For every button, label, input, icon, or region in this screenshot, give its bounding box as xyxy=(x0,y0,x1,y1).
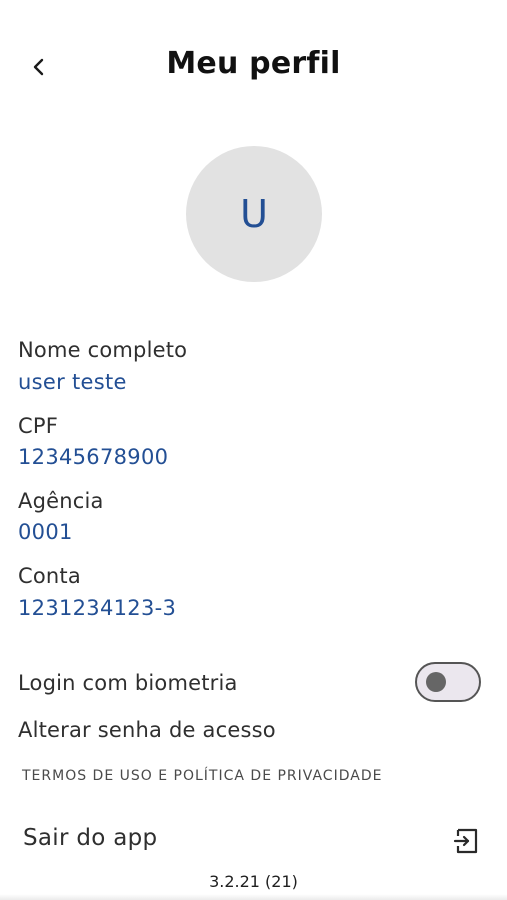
agency-label: Agência xyxy=(18,489,104,513)
terms-privacy-link[interactable]: TERMOS DE USO E POLÍTICA DE PRIVACIDADE xyxy=(22,768,382,784)
account-label: Conta xyxy=(18,564,81,588)
cpf-value: 12345678900 xyxy=(18,445,169,469)
cpf-label: CPF xyxy=(18,414,59,438)
logout-icon xyxy=(453,828,478,854)
header: Meu perfil xyxy=(0,38,507,94)
profile-screen: Meu perfil U Nome completo user teste CP… xyxy=(0,0,507,900)
name-value: user teste xyxy=(18,370,127,394)
logout-label: Sair do app xyxy=(23,825,158,851)
change-password-link[interactable]: Alterar senha de acesso xyxy=(18,718,276,742)
name-label: Nome completo xyxy=(18,338,188,362)
biometric-login-label: Login com biometria xyxy=(18,671,238,695)
logout-row[interactable]: Sair do app xyxy=(0,820,507,864)
biometric-toggle[interactable] xyxy=(415,662,481,702)
page-title: Meu perfil xyxy=(166,46,341,81)
bottom-edge-shadow xyxy=(0,894,507,900)
app-version: 3.2.21 (21) xyxy=(209,872,298,891)
toggle-knob xyxy=(426,672,446,692)
agency-value: 0001 xyxy=(18,520,73,544)
account-value: 1231234123-3 xyxy=(18,596,177,620)
avatar[interactable]: U xyxy=(186,146,322,282)
